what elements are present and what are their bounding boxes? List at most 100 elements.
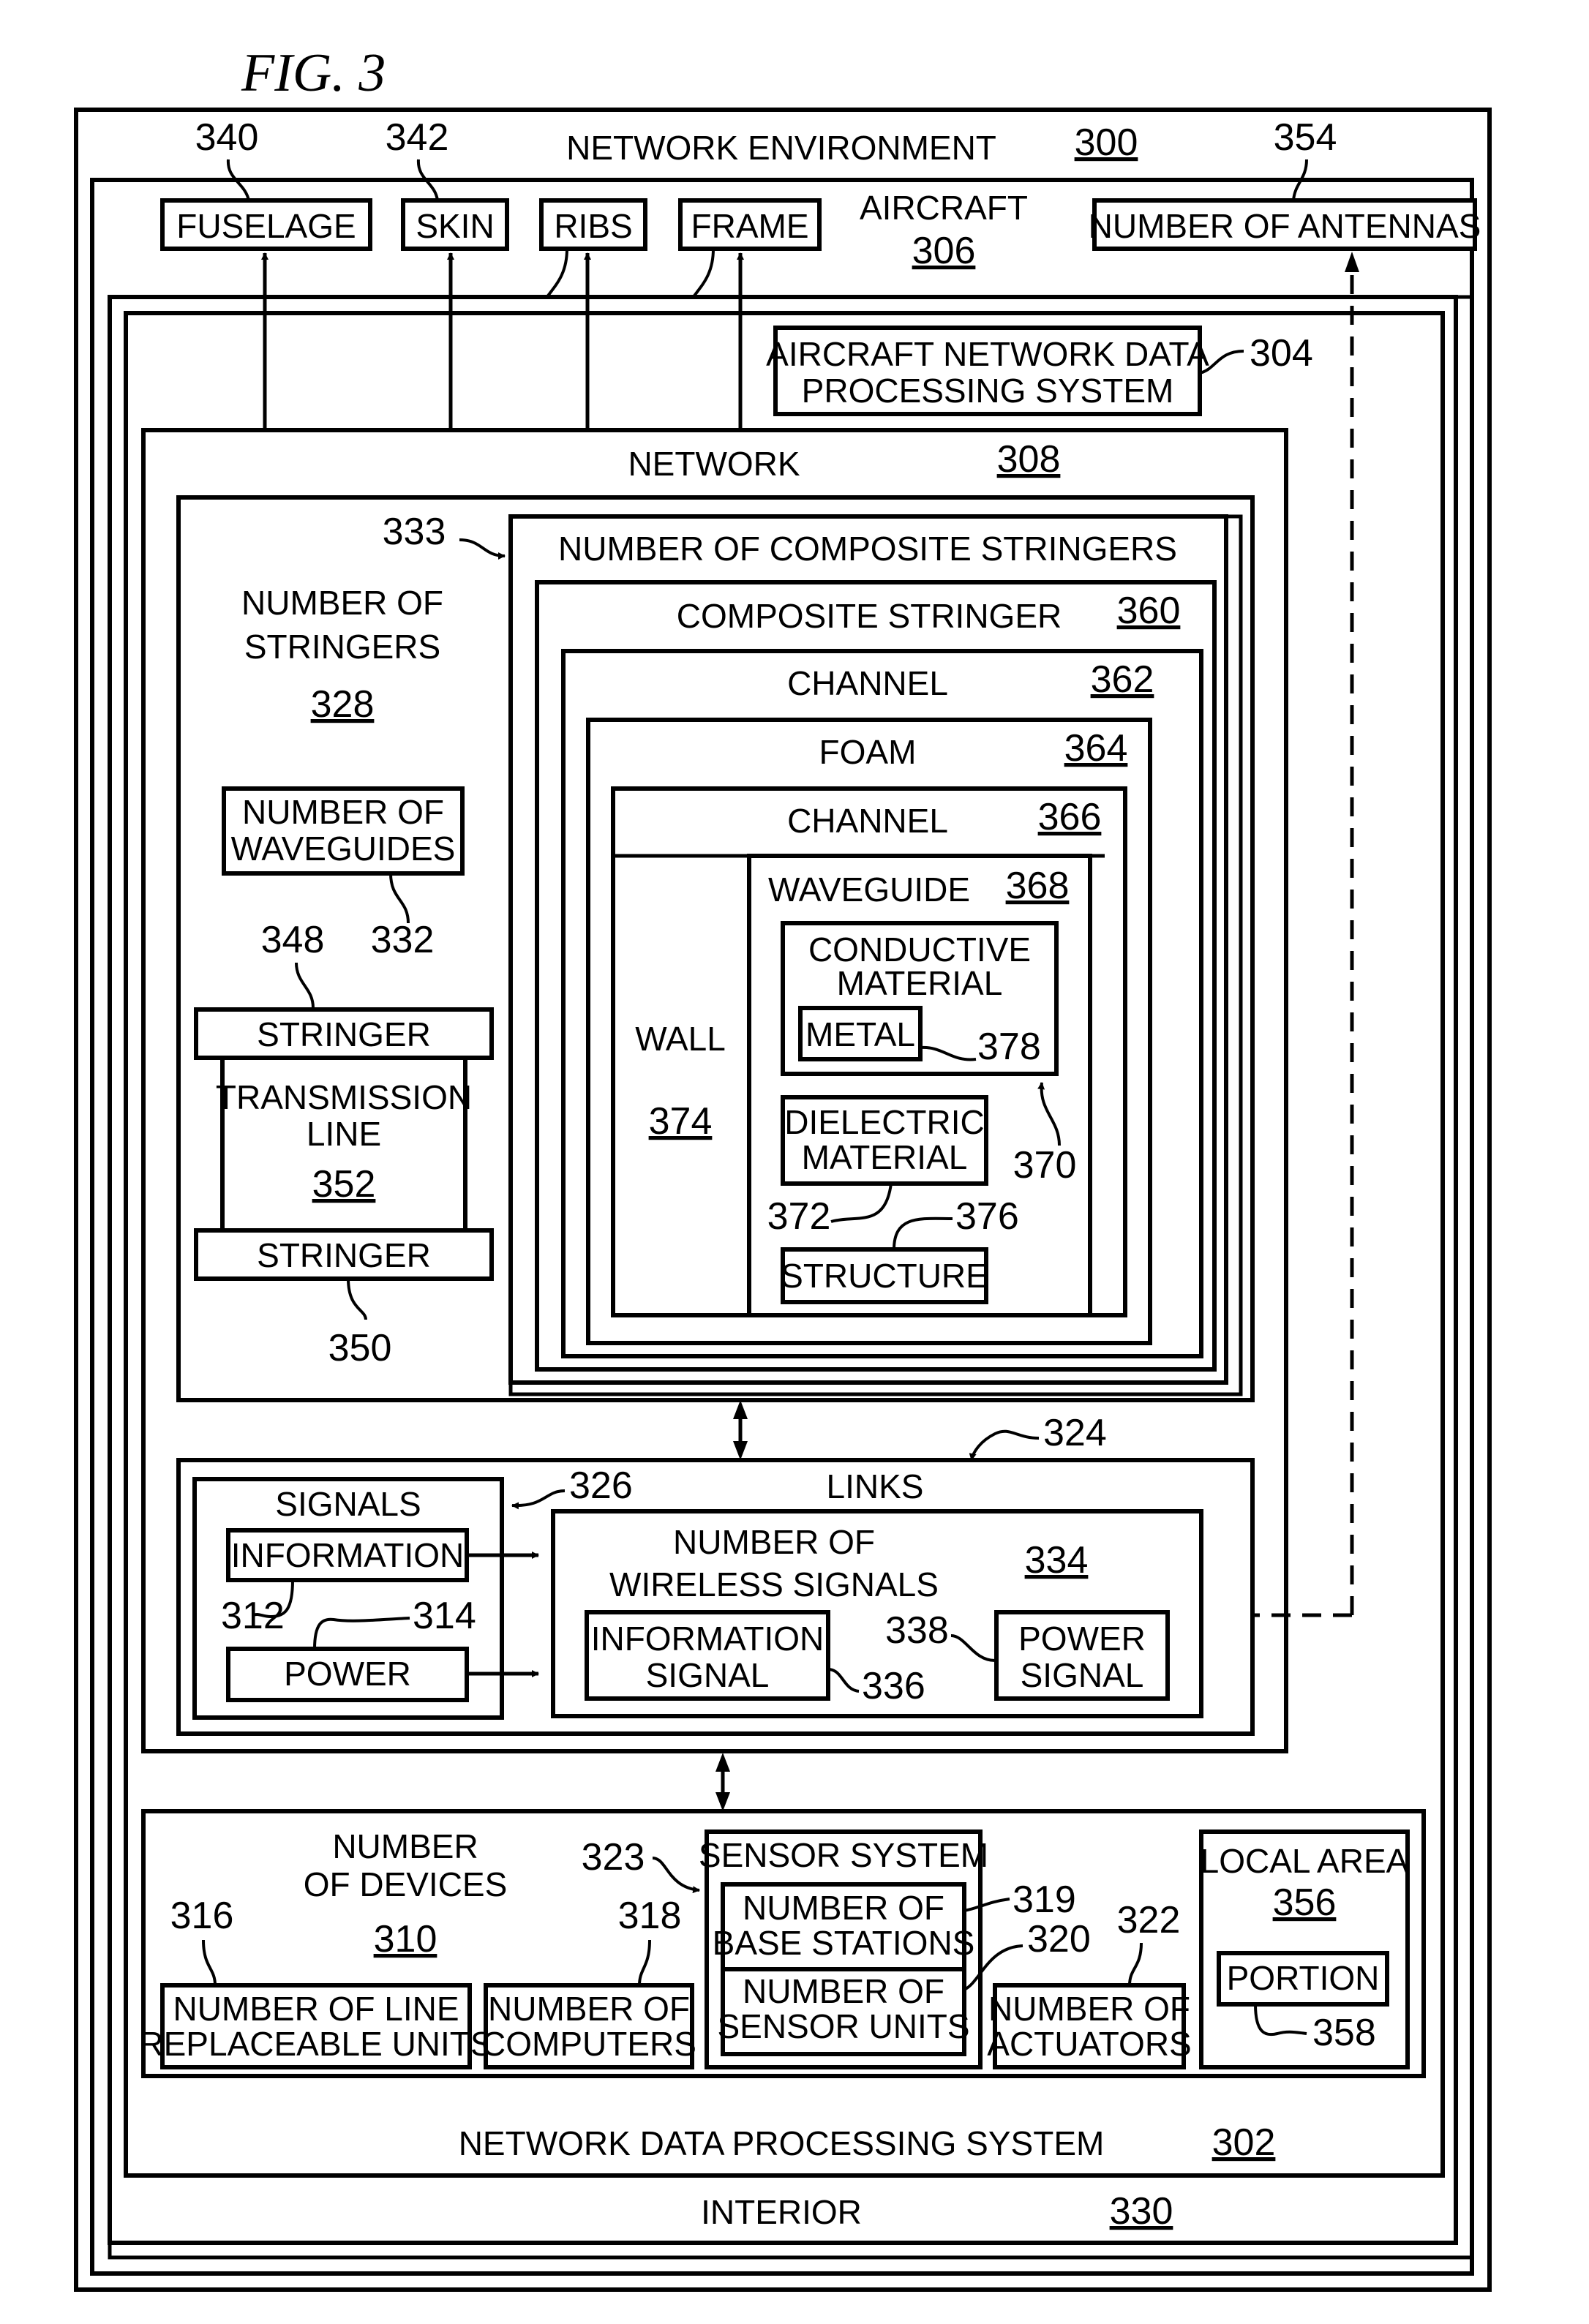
stringers-line1: NUMBER OF bbox=[241, 584, 443, 622]
aircraft-ref: 306 bbox=[912, 230, 976, 272]
conductive-material-line1: CONDUCTIVE bbox=[808, 930, 1031, 969]
lru-line1: NUMBER OF LINE bbox=[173, 1990, 459, 2028]
lru-line2: REPLACEABLE UNITS bbox=[139, 2025, 492, 2063]
channel-inner-label: CHANNEL bbox=[787, 802, 948, 840]
actuators-line1: NUMBER OF bbox=[988, 1990, 1190, 2028]
network-ref: 308 bbox=[997, 438, 1061, 481]
stringers-ref: 328 bbox=[311, 683, 375, 726]
aircraft-network-dps-line2: PROCESSING SYSTEM bbox=[802, 372, 1174, 410]
links-label: LINKS bbox=[827, 1467, 924, 1505]
aircraft-network-dps-ref: 304 bbox=[1250, 332, 1313, 375]
base-stations-line1: NUMBER OF bbox=[743, 1889, 944, 1927]
composite-stringers-label: NUMBER OF COMPOSITE STRINGERS bbox=[558, 530, 1177, 568]
channel-outer-ref: 362 bbox=[1091, 658, 1154, 701]
local-area-label: LOCAL AREA bbox=[1201, 1842, 1409, 1880]
sensor-units-line2: SENSOR UNITS bbox=[717, 2007, 969, 2045]
waveguide-ref: 368 bbox=[1006, 865, 1070, 907]
aircraft-label: AIRCRAFT bbox=[860, 189, 1028, 227]
sensor-system-ref: 323 bbox=[582, 1836, 645, 1879]
composite-stringer-ref: 360 bbox=[1117, 590, 1181, 632]
transmission-line-line2: LINE bbox=[307, 1115, 381, 1153]
structure-ref: 376 bbox=[955, 1195, 1019, 1238]
conductive-material-ref: 370 bbox=[1013, 1144, 1077, 1187]
signals-label: SIGNALS bbox=[275, 1485, 421, 1523]
computers-line1: NUMBER OF bbox=[488, 1990, 690, 2028]
wireless-signals-line2: WIRELESS SIGNALS bbox=[609, 1565, 939, 1603]
stringers-line2: STRINGERS bbox=[244, 628, 440, 666]
power-label: POWER bbox=[284, 1655, 411, 1693]
stringer-bottom-ref: 350 bbox=[328, 1327, 392, 1369]
devices-line1: NUMBER bbox=[332, 1827, 478, 1865]
channel-outer-label: CHANNEL bbox=[787, 664, 948, 702]
local-area-ref: 356 bbox=[1273, 1881, 1337, 1924]
stringer-top-label: STRINGER bbox=[257, 1015, 431, 1053]
information-label: INFORMATION bbox=[231, 1536, 465, 1574]
sensor-system-label: SENSOR SYSTEM bbox=[699, 1836, 988, 1874]
stringer-top-ref: 348 bbox=[261, 919, 325, 961]
antennas-ref: 354 bbox=[1274, 116, 1337, 159]
network-dps-ref: 302 bbox=[1212, 2121, 1276, 2164]
wall-ref: 374 bbox=[649, 1100, 713, 1143]
structure-label: STRUCTURE bbox=[781, 1257, 988, 1295]
sensor-units-ref: 320 bbox=[1027, 1918, 1091, 1960]
signals-ref: 326 bbox=[569, 1464, 633, 1507]
devices-ref: 310 bbox=[374, 1918, 437, 1960]
fuselage-ref: 340 bbox=[195, 116, 259, 159]
dielectric-material-line1: DIELECTRIC bbox=[784, 1103, 984, 1141]
fuselage-label: FUSELAGE bbox=[176, 207, 356, 245]
portion-label: PORTION bbox=[1227, 1959, 1380, 1997]
base-stations-line2: BASE STATIONS bbox=[713, 1924, 975, 1962]
information-signal-ref: 336 bbox=[862, 1665, 925, 1707]
foam-ref: 364 bbox=[1064, 727, 1128, 770]
network-label: NETWORK bbox=[628, 445, 800, 483]
sensor-units-line1: NUMBER OF bbox=[743, 1972, 944, 2010]
transmission-line-line1: TRANSMISSION bbox=[216, 1078, 472, 1116]
stringer-bottom-label: STRINGER bbox=[257, 1236, 431, 1274]
aircraft-network-dps-line1: AIRCRAFT NETWORK DATA bbox=[766, 335, 1209, 373]
composite-stringer-label: COMPOSITE STRINGER bbox=[677, 597, 1062, 635]
composite-stringers-ref: 333 bbox=[383, 511, 446, 553]
skin-ref: 342 bbox=[386, 116, 449, 159]
interior-ref: 330 bbox=[1110, 2190, 1173, 2233]
lru-ref: 316 bbox=[170, 1895, 234, 1937]
metal-label: METAL bbox=[805, 1015, 915, 1053]
computers-line2: COMPUTERS bbox=[481, 2025, 696, 2063]
information-signal-line1: INFORMATION bbox=[591, 1620, 824, 1658]
skin-label: SKIN bbox=[416, 207, 494, 245]
actuators-ref: 322 bbox=[1117, 1899, 1181, 1941]
wireless-signals-line1: NUMBER OF bbox=[673, 1523, 875, 1561]
wall-label: WALL bbox=[635, 1020, 726, 1058]
power-ref: 314 bbox=[413, 1595, 476, 1637]
patent-figure: FIG. 3 NETWORK ENVIRONMENT 300 AIRCRAFT … bbox=[74, 43, 1492, 2292]
frame-label: FRAME bbox=[691, 207, 809, 245]
dielectric-material-ref: 372 bbox=[767, 1195, 831, 1238]
network-environment-label: NETWORK ENVIRONMENT bbox=[566, 129, 996, 167]
power-signal-line1: POWER bbox=[1018, 1620, 1146, 1658]
computers-ref: 318 bbox=[618, 1895, 682, 1937]
ribs-label: RIBS bbox=[554, 207, 632, 245]
figure-title: FIG. 3 bbox=[241, 43, 386, 103]
metal-ref: 378 bbox=[977, 1026, 1041, 1068]
dielectric-material-line2: MATERIAL bbox=[802, 1138, 968, 1176]
base-stations-ref: 319 bbox=[1013, 1879, 1076, 1921]
conductive-material-line2: MATERIAL bbox=[837, 964, 1003, 1002]
network-dps-label: NETWORK DATA PROCESSING SYSTEM bbox=[459, 2124, 1105, 2162]
links-ref: 324 bbox=[1043, 1412, 1107, 1454]
transmission-line-ref: 352 bbox=[312, 1163, 376, 1206]
waveguides-line2: WAVEGUIDES bbox=[231, 830, 456, 868]
network-environment-ref: 300 bbox=[1075, 121, 1138, 164]
wireless-signals-ref: 334 bbox=[1025, 1539, 1089, 1582]
foam-label: FOAM bbox=[819, 733, 917, 771]
information-signal-line2: SIGNAL bbox=[646, 1656, 770, 1694]
actuators-line2: ACTUATORS bbox=[987, 2025, 1191, 2063]
waveguides-ref: 332 bbox=[371, 919, 435, 961]
interior-label: INTERIOR bbox=[701, 2193, 862, 2231]
waveguide-label: WAVEGUIDE bbox=[768, 870, 970, 909]
portion-ref: 358 bbox=[1312, 2012, 1376, 2054]
waveguides-line1: NUMBER OF bbox=[242, 793, 444, 831]
antennas-label: NUMBER OF ANTENNAS bbox=[1089, 207, 1481, 245]
devices-line2: OF DEVICES bbox=[304, 1865, 508, 1903]
channel-inner-ref: 366 bbox=[1038, 796, 1102, 838]
power-signal-ref: 338 bbox=[885, 1609, 949, 1652]
power-signal-line2: SIGNAL bbox=[1021, 1656, 1144, 1694]
